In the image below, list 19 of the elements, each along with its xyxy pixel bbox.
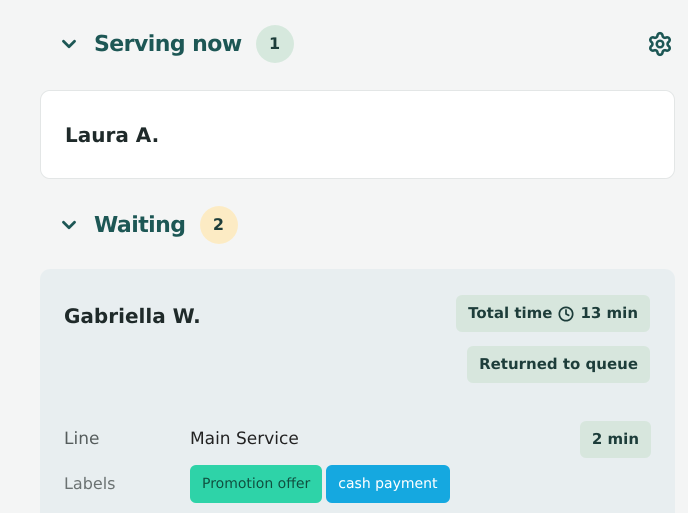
label-tag: Promotion offer bbox=[190, 465, 322, 503]
total-time-label: Total time bbox=[468, 303, 552, 324]
settings-icon[interactable] bbox=[647, 31, 673, 57]
total-time-value: 13 min bbox=[580, 303, 638, 324]
customer-name: Laura A. bbox=[65, 122, 160, 148]
wait-time-badge: 2 min bbox=[580, 421, 651, 458]
customer-name: Gabriella W. bbox=[64, 303, 201, 330]
customer-card[interactable]: Laura A. bbox=[40, 90, 675, 179]
field-label: Line bbox=[64, 428, 100, 451]
section-title: Serving now bbox=[94, 30, 242, 58]
section-title: Waiting bbox=[94, 212, 186, 240]
customer-card[interactable]: Gabriella W. Total time 13 min Returned to queue Line Main Service 2 min Labels Promotion offer cash payment bbox=[40, 269, 675, 513]
clock-icon bbox=[558, 306, 574, 322]
label-tag: cash payment bbox=[326, 465, 450, 503]
status-badge: Returned to queue bbox=[467, 346, 650, 383]
line-value: Main Service bbox=[190, 428, 299, 451]
field-label: Labels bbox=[64, 473, 116, 495]
count-badge: 2 bbox=[200, 206, 238, 244]
count-badge: 1 bbox=[256, 25, 294, 63]
